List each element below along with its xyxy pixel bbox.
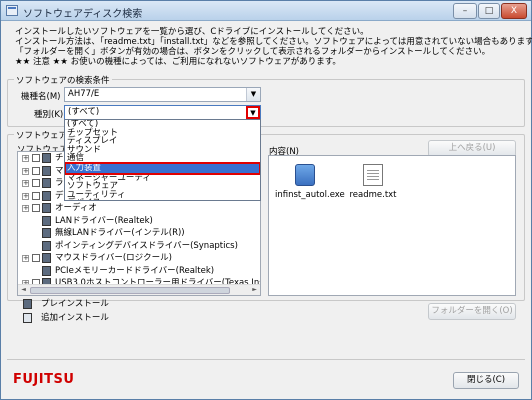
legend-additional-label: 追加インストール xyxy=(41,313,109,323)
software-tree-row[interactable]: PCIeメモリーカードドライバー(Realtek) xyxy=(18,265,260,278)
expand-icon[interactable]: + xyxy=(22,205,29,212)
text-file-icon xyxy=(363,164,383,186)
scroll-left-icon[interactable]: ◄ xyxy=(18,285,29,295)
file-name: readme.txt xyxy=(349,190,397,200)
software-node-label: 無線LANドライバー(インテル(R)) xyxy=(55,228,185,238)
chevron-down-icon[interactable]: ▼ xyxy=(246,88,260,101)
software-node-icon xyxy=(42,240,51,251)
software-tree-row[interactable]: + オーディオ xyxy=(18,202,260,215)
file-name: infinst_autol.exe xyxy=(275,190,345,200)
model-select-value: AH77/E xyxy=(68,89,100,99)
expand-icon[interactable]: + xyxy=(22,192,29,200)
minimize-button[interactable]: – xyxy=(453,3,477,19)
software-node-label: ポインティングデバイスドライバー(Synaptics) xyxy=(55,240,238,251)
software-node-icon xyxy=(42,215,51,226)
contents-pane[interactable]: infinst_autol.exe readme.txt xyxy=(268,155,516,296)
software-node-icon xyxy=(42,190,51,201)
type-option[interactable]: 入力装置 xyxy=(65,161,260,175)
scroll-right-icon[interactable]: ► xyxy=(249,285,260,295)
type-select[interactable]: (すべて) ▼ xyxy=(64,105,261,120)
software-checkbox[interactable] xyxy=(32,154,40,162)
additional-install-icon xyxy=(23,313,32,323)
fujitsu-logo: FUJITSU xyxy=(13,372,75,387)
close-window-button[interactable]: X xyxy=(501,3,527,19)
instruction-line: 「フォルダーを開く」ボタンが有効の場合は、ボタンをクリックして表示されるフォルダ… xyxy=(15,47,491,57)
software-tree-row[interactable]: LANドライバー(Realtek) xyxy=(18,215,260,228)
type-dropdown-list[interactable]: (すべて) チップセット ディスプレイ サウンド 通信 入力装置 マネージャーユーティ ソフト… xyxy=(64,119,261,201)
software-node-icon xyxy=(42,228,51,238)
file-item-txt[interactable]: readme.txt xyxy=(343,164,403,200)
file-item-exe[interactable]: infinst_autol.exe xyxy=(275,164,345,200)
preinstall-icon xyxy=(23,299,32,309)
instructions-text: インストールしたいソフトウェアを一覧から選び、Cドライブにインストールしてくださ… xyxy=(15,27,532,67)
model-label: 機種名(M) xyxy=(21,92,61,102)
software-checkbox[interactable] xyxy=(32,166,40,175)
legend-preinstall-label: プレインストール xyxy=(41,299,109,309)
close-button[interactable]: 閉じる(C) xyxy=(453,372,519,389)
software-tree-row[interactable]: 無線LANドライバー(インテル(R)) xyxy=(18,227,260,240)
software-disk-search-window: ソフトウェアディスク検索 – □ X インストールしたいソフトウェアを一覧から選… xyxy=(0,0,532,400)
software-node-icon xyxy=(42,203,51,213)
instruction-line: インストール方法は、「readme.txt」「install.txt」などを参照… xyxy=(15,37,532,47)
caution-line: ★★ 注意 ★★ お使いの機種によっては、ご利用になれないソフトウェアがあります… xyxy=(15,57,341,67)
software-node-icon xyxy=(42,153,51,163)
software-node-label: LANドライバー(Realtek) xyxy=(55,215,153,226)
expand-icon[interactable]: + xyxy=(22,180,29,187)
window-app-icon xyxy=(6,5,18,16)
expand-icon[interactable]: + xyxy=(22,155,29,162)
software-node-label: マウスドライバー(ロジクール) xyxy=(55,253,172,263)
software-node-label: オーディオ xyxy=(55,203,97,213)
type-option[interactable]: デバイス xyxy=(65,199,260,200)
software-node-icon xyxy=(42,165,51,176)
expand-icon[interactable]: + xyxy=(22,167,29,175)
expand-icon[interactable]: + xyxy=(22,255,29,262)
instruction-line: インストールしたいソフトウェアを一覧から選び、Cドライブにインストールしてくださ… xyxy=(15,27,369,37)
software-checkbox[interactable] xyxy=(32,179,40,187)
software-tree-row[interactable]: ポインティングデバイスドライバー(Synaptics) xyxy=(18,240,260,253)
type-label: 種別(K) xyxy=(34,110,64,120)
type-select-value: (すべて) xyxy=(68,107,100,117)
software-node-icon xyxy=(42,253,51,263)
chevron-down-icon[interactable]: ▼ xyxy=(246,106,260,119)
search-conditions-label: ソフトウェアの検索条件 xyxy=(14,74,112,86)
footer-divider xyxy=(7,359,525,360)
software-tree-row[interactable]: + マウスドライバー(ロジクール) xyxy=(18,252,260,265)
type-option[interactable]: 通信 xyxy=(65,154,260,163)
maximize-button[interactable]: □ xyxy=(478,3,500,19)
software-checkbox[interactable] xyxy=(32,191,40,200)
software-checkbox[interactable] xyxy=(32,204,40,212)
horizontal-scrollbar[interactable]: ◄ ► xyxy=(18,284,260,295)
model-select[interactable]: AH77/E ▼ xyxy=(64,87,261,102)
open-folder-button[interactable]: フォルダーを開く(O) xyxy=(428,303,516,320)
title-bar: ソフトウェアディスク検索 – □ X xyxy=(1,1,531,21)
software-node-label: PCIeメモリーカードドライバー(Realtek) xyxy=(55,265,215,276)
software-node-icon xyxy=(42,265,51,276)
software-node-icon xyxy=(42,178,51,188)
exe-icon xyxy=(295,164,315,186)
scroll-thumb[interactable] xyxy=(30,287,230,294)
software-checkbox[interactable] xyxy=(32,254,40,262)
window-title: ソフトウェアディスク検索 xyxy=(23,9,143,20)
type-option[interactable]: サウンド xyxy=(65,145,260,155)
